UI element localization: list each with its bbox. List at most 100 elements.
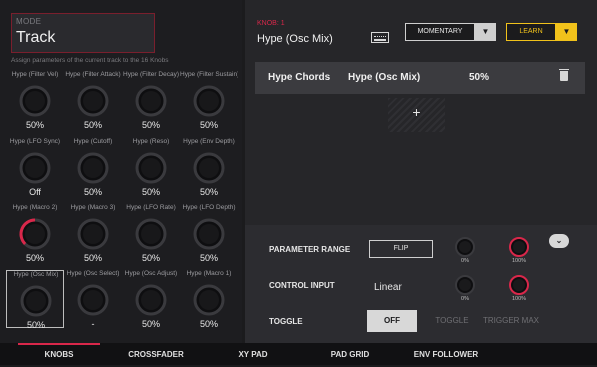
knob-12[interactable]: Hype (LFO Depth) 50% <box>180 204 238 263</box>
knob-dial <box>77 85 109 117</box>
tab-pad-grid[interactable]: PAD GRID <box>309 343 391 365</box>
target-value: 50% <box>469 72 490 83</box>
target-param: Hype (Osc Mix) <box>348 72 421 83</box>
knob-label: Hype (Macro 3) <box>70 204 116 211</box>
flip-button[interactable]: FLIP <box>369 240 433 258</box>
knob-11[interactable]: Hype (LFO Rate) 50% <box>122 204 180 263</box>
knob-6[interactable]: Hype (Cutoff) 50% <box>64 138 122 197</box>
knob-16[interactable]: Hype (Macro 1) 50% <box>180 270 238 329</box>
knob-7[interactable]: Hype (Reso) 50% <box>122 138 180 197</box>
knob-9[interactable]: Hype (Macro 2) 50% <box>6 204 64 263</box>
tab-knobs[interactable]: KNOBS <box>18 343 100 365</box>
knob-name: Hype (Osc Mix) <box>257 33 333 45</box>
knob-value: 50% <box>141 253 160 263</box>
knob-label: Hype (Filter Sustain) <box>180 71 238 78</box>
add-target-button[interactable]: + <box>388 98 445 132</box>
control-input-label: CONTROL INPUT <box>269 281 335 290</box>
knob-assign-panel: MODE Track Assign parameters of the curr… <box>0 0 242 343</box>
mode-value: Track <box>16 29 56 46</box>
target-row[interactable]: Hype Chords Hype (Osc Mix) 50% <box>255 62 585 94</box>
ci-max-value: 100% <box>511 296 527 302</box>
knob-dial <box>135 152 167 184</box>
bottom-tab-bar: KNOBS CROSSFADER XY PAD PAD GRID ENV FOL… <box>0 343 597 365</box>
knob-15[interactable]: Hype (Osc Adjust) 50% <box>122 270 180 329</box>
tab-env-follower[interactable]: ENV FOLLOWER <box>396 343 496 365</box>
knob-value: 50% <box>141 319 160 329</box>
knob-value: 50% <box>199 319 218 329</box>
knob-label: Hype (LFO Sync) <box>9 138 61 145</box>
knob-8[interactable]: Hype (Env Depth) 50% <box>180 138 238 197</box>
knob-value: 50% <box>83 253 102 263</box>
knob-dial <box>19 152 51 184</box>
momentary-button[interactable]: MOMENTARY <box>405 23 475 41</box>
assign-hint: Assign parameters of the current track t… <box>11 57 169 64</box>
knob-dial <box>77 218 109 250</box>
knob-label: Hype (Osc Mix) <box>13 271 59 278</box>
knob-13[interactable]: Hype (Osc Mix) 50% <box>6 270 64 330</box>
knob-dial <box>77 152 109 184</box>
chevron-down-icon: ▼ <box>481 27 490 36</box>
range-max-knob[interactable]: 100% <box>508 236 530 266</box>
knob-dial <box>193 284 225 316</box>
ci-max-knob[interactable]: 100% <box>508 274 530 304</box>
toggle-label: TOGGLE <box>269 317 303 326</box>
knob-label: Hype (Filter Decay) <box>123 71 179 78</box>
knob-dial <box>193 218 225 250</box>
knob-3[interactable]: Hype (Filter Decay) 50% <box>122 71 180 130</box>
range-min-value: 0% <box>461 258 469 264</box>
knob-label: Hype (Macro 1) <box>186 270 232 277</box>
control-input-value[interactable]: Linear <box>374 282 402 293</box>
momentary-dropdown[interactable]: ▼ <box>475 23 496 41</box>
parameter-range-label: PARAMETER RANGE <box>269 245 351 254</box>
knob-dial <box>20 285 52 317</box>
toggle-option-off[interactable]: OFF <box>367 310 417 332</box>
plus-icon: + <box>412 104 421 120</box>
mode-selector[interactable]: MODE Track <box>11 13 155 53</box>
knob-label: Hype (Osc Select) <box>66 270 120 277</box>
tab-crossfader[interactable]: CROSSFADER <box>115 343 197 365</box>
knob-dial <box>19 218 51 250</box>
knob-14[interactable]: Hype (Osc Select) - <box>64 270 122 329</box>
knob-dial <box>135 284 167 316</box>
knob-dial <box>135 218 167 250</box>
learn-button[interactable]: LEARN <box>506 23 556 41</box>
knob-value: 50% <box>25 253 44 263</box>
knob-10[interactable]: Hype (Macro 3) 50% <box>64 204 122 263</box>
knob-dial <box>135 85 167 117</box>
toggle-option-toggle[interactable]: TOGGLE <box>427 310 477 332</box>
knob-1[interactable]: Hype (Filter Vel) 50% <box>6 71 64 130</box>
knob-label: Hype (Reso) <box>132 138 170 145</box>
tab-xy-pad[interactable]: XY PAD <box>212 343 294 365</box>
knob-dial <box>193 152 225 184</box>
knob-value: 50% <box>83 120 102 130</box>
knob-label: Hype (Macro 2) <box>12 204 58 211</box>
knob-4[interactable]: Hype (Filter Sustain) 50% <box>180 71 238 130</box>
knob-label: Hype (Osc Adjust) <box>124 270 178 277</box>
knob-dial <box>77 284 109 316</box>
knob-detail-panel: KNOB: 1 Hype (Osc Mix) MOMENTARY ▼ LEARN… <box>245 0 597 343</box>
knob-label: Hype (Filter Vel) <box>11 71 59 78</box>
ci-min-knob[interactable]: 0% <box>454 274 476 304</box>
knob-value: 50% <box>141 187 160 197</box>
learn-dropdown[interactable]: ▼ <box>556 23 577 41</box>
knob-value: Off <box>29 187 41 197</box>
range-min-knob[interactable]: 0% <box>454 236 476 266</box>
target-track: Hype Chords <box>268 72 331 83</box>
knob-label: Hype (Cutoff) <box>73 138 113 145</box>
knob-value: 50% <box>83 187 102 197</box>
knob-value: 50% <box>199 120 218 130</box>
knob-value: 50% <box>25 120 44 130</box>
chevron-down-icon[interactable]: ⌄ <box>549 234 569 248</box>
mode-label: MODE <box>16 17 42 26</box>
chevron-down-icon: ▼ <box>562 27 571 36</box>
knob-dial <box>193 85 225 117</box>
keyboard-icon[interactable] <box>371 32 389 43</box>
knob-value: 50% <box>199 253 218 263</box>
trash-icon[interactable] <box>559 69 569 81</box>
knob-value: - <box>91 319 95 329</box>
knob-dial <box>19 85 51 117</box>
knob-2[interactable]: Hype (Filter Attack) 50% <box>64 71 122 130</box>
knob-number: KNOB: 1 <box>257 20 285 27</box>
knob-5[interactable]: Hype (LFO Sync) Off <box>6 138 64 197</box>
toggle-option-trigger-max[interactable]: TRIGGER MAX <box>479 310 543 332</box>
